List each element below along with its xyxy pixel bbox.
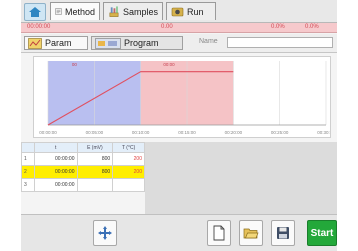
empty-panel — [145, 142, 337, 214]
table-cell[interactable]: 00:00:00 — [34, 165, 78, 179]
program-chart-svg: 00:00:00 00:05:00 00:10:00 00:15:00 00:20:00… — [39, 61, 330, 135]
tab-program[interactable]: Program — [91, 36, 183, 50]
table-cell: 3 — [21, 178, 35, 192]
tab-param[interactable]: Param — [24, 36, 88, 50]
home-icon — [29, 7, 41, 17]
table-cell[interactable]: 200 — [112, 152, 145, 166]
x-tick-label: 00:20:00 — [225, 130, 243, 135]
program-chart: 00:00:00 00:05:00 00:10:00 00:15:00 00:20:00… — [33, 56, 331, 138]
x-tick-label: 00:10:00 — [132, 130, 150, 135]
open-file-button[interactable] — [239, 220, 263, 246]
name-label: Name — [199, 38, 218, 45]
table-cell[interactable]: 00:00:00 — [34, 152, 78, 166]
tab-samples-label: Samples — [122, 6, 158, 17]
main-tab-bar: Method Samples Run — [21, 0, 337, 23]
table-row[interactable]: 1 00:00:00 800 200 — [21, 152, 145, 166]
home-button[interactable] — [24, 3, 46, 21]
samples-icon — [109, 6, 119, 17]
program-step-table: t E (mV) T (°C) 1 00:00:00 800 200 2 00:… — [21, 142, 145, 192]
table-header-cell: T (°C) — [112, 142, 145, 153]
bottom-toolbar: Start — [21, 214, 337, 251]
program-icon — [95, 37, 121, 49]
x-tick-label: 00:25:00 — [271, 130, 289, 135]
run-icon — [171, 7, 184, 17]
status-percent-2: 0.0% — [305, 24, 319, 30]
new-file-button[interactable] — [207, 220, 231, 246]
x-tick-label: 00:15:00 — [178, 130, 196, 135]
move-icon — [98, 226, 112, 240]
table-header-cell — [21, 142, 35, 153]
tab-method-label: Method — [64, 6, 95, 17]
table-header-cell: t — [34, 142, 78, 153]
segment-label: 00:00 — [163, 62, 175, 67]
table-cell[interactable]: 00:00:00 — [34, 178, 78, 192]
x-tick-label: 00:05:00 — [86, 130, 104, 135]
start-button[interactable]: Start — [307, 220, 337, 246]
tab-program-label: Program — [124, 38, 159, 48]
table-row[interactable]: 3 00:00:00 — [21, 178, 145, 192]
table-row[interactable]: 2 00:00:00 800 200 — [21, 165, 145, 179]
new-file-icon — [213, 225, 225, 241]
tab-param-label: Param — [45, 38, 72, 48]
status-bar: 00:00:00 0.00 0.0% 0.0% — [21, 23, 337, 33]
table-cell[interactable]: 800 — [76, 152, 114, 166]
name-input[interactable] — [227, 37, 333, 48]
method-toolbar: Param Program Name — [21, 34, 337, 53]
tab-run-label: Run — [187, 6, 204, 17]
tab-samples[interactable]: Samples — [103, 2, 163, 20]
status-percent-1: 0.0% — [271, 24, 285, 30]
table-cell: 1 — [21, 152, 35, 166]
method-icon — [55, 8, 62, 15]
table-header-cell: E (mV) — [76, 142, 114, 153]
x-tick-label: 00:00:00 — [39, 130, 57, 135]
open-folder-icon — [243, 228, 259, 239]
tab-method[interactable]: Method — [50, 2, 100, 20]
status-time: 00:00:00 — [27, 24, 51, 30]
table-cell[interactable]: 800 — [76, 165, 114, 179]
table-cell[interactable]: 200 — [112, 165, 145, 179]
segment-label: 00 — [72, 62, 78, 67]
status-value: 0.00 — [161, 24, 173, 30]
table-cell: 2 — [21, 165, 35, 179]
x-tick-label: 00:30:00 — [317, 130, 330, 135]
param-icon — [28, 37, 42, 49]
save-icon — [277, 227, 289, 239]
table-cell[interactable] — [76, 178, 114, 192]
save-button[interactable] — [271, 220, 295, 246]
table-header-row: t E (mV) T (°C) — [21, 142, 145, 153]
move-button[interactable] — [93, 220, 117, 246]
app-window: Method Samples Run 00:00:00 0.00 0.0% 0.… — [21, 0, 337, 251]
table-cell[interactable] — [112, 178, 145, 192]
tab-run[interactable]: Run — [166, 2, 216, 20]
